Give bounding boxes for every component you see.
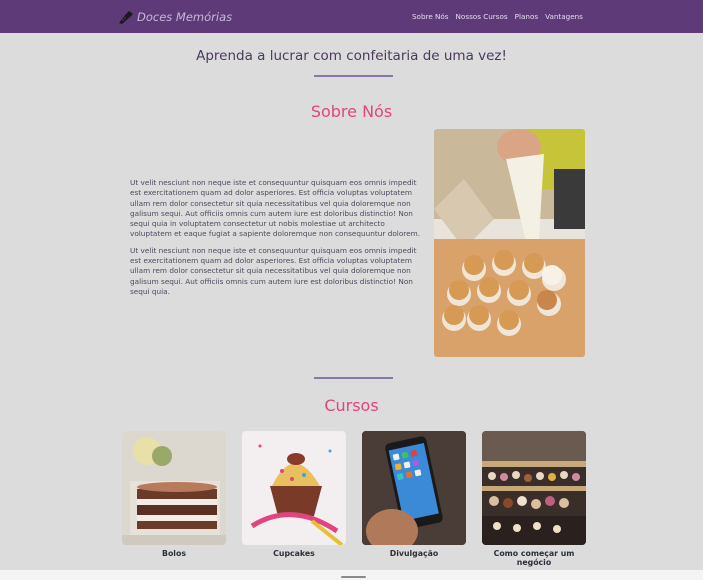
headline-divider (314, 75, 393, 77)
about-image (434, 129, 585, 357)
about-text: Ut velit nesciunt non neque iste et cons… (130, 178, 426, 303)
course-label-divulgacao: Divulgação (389, 549, 439, 558)
course-image-bolos (122, 431, 226, 545)
course-label-bolos: Bolos (162, 549, 186, 558)
course-image-negocio (482, 431, 586, 545)
course-card-divulgacao[interactable]: Divulgação (362, 431, 466, 558)
course-card-negocio[interactable]: Como começar um negócio (482, 431, 586, 567)
course-card-bolos[interactable]: Bolos (122, 431, 226, 558)
navbar: Doces Memórias Sobre Nós Nossos Cursos P… (0, 0, 703, 33)
nav-link-sobre[interactable]: Sobre Nós (412, 12, 449, 21)
piping-bag-icon (119, 10, 133, 24)
bottom-bar (0, 570, 703, 580)
nav-menu: Sobre Nós Nossos Cursos Planos Vantagens (412, 12, 583, 21)
course-card-cupcakes[interactable]: Cupcakes (242, 431, 346, 558)
nav-link-planos[interactable]: Planos (515, 12, 538, 21)
brand-name: Doces Memórias (137, 10, 233, 24)
course-image-divulgacao (362, 431, 466, 545)
about-title: Sobre Nós (310, 102, 393, 121)
nav-link-vantagens[interactable]: Vantagens (545, 12, 583, 21)
page-headline: Aprenda a lucrar com confeitaria de uma … (196, 48, 507, 64)
nav-link-cursos[interactable]: Nossos Cursos (456, 12, 508, 21)
about-paragraph-2: Ut velit nesciunt non neque iste et cons… (130, 245, 417, 296)
courses-title: Cursos (324, 396, 379, 415)
course-image-cupcakes (242, 431, 346, 545)
about-paragraph-1: Ut velit nesciunt non neque iste et cons… (130, 178, 421, 239)
courses-divider (314, 377, 393, 379)
brand-logo[interactable]: Doces Memórias (117, 8, 232, 26)
scroll-handle[interactable] (341, 576, 366, 578)
course-label-negocio: Como começar um negócio (493, 549, 575, 567)
course-label-cupcakes: Cupcakes (273, 549, 315, 558)
